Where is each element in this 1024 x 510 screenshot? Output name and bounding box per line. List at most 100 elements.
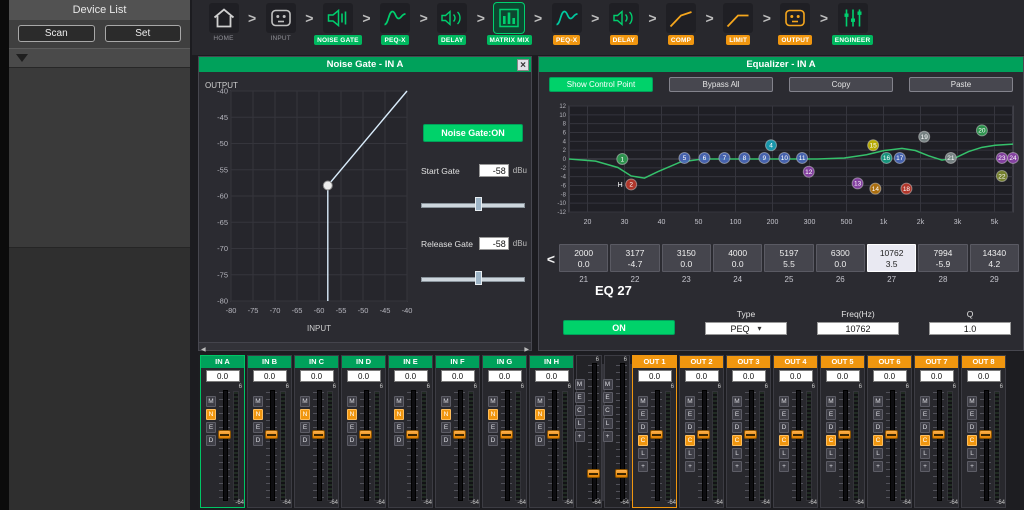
key-button-n[interactable]: N [535, 409, 545, 420]
key-button-d[interactable]: D [873, 422, 883, 433]
key-button-n[interactable]: N [441, 409, 451, 420]
channel-label[interactable]: OUT 7 [915, 356, 958, 368]
eq-band-21[interactable]: 20000.021 [559, 244, 608, 284]
toolbar-item-matrix-mix[interactable]: MATRIX MIX [486, 3, 533, 45]
eq-band-29[interactable]: 143404.229 [970, 244, 1019, 284]
start-gate-value[interactable]: -58 [479, 164, 509, 177]
channel-label[interactable]: IN F [436, 356, 479, 368]
eq-band-box[interactable]: 51975.5 [764, 244, 813, 272]
fader-track[interactable] [587, 359, 600, 505]
noise-gate-scrollbar[interactable] [199, 342, 531, 350]
bands-scroll-left-button[interactable] [543, 244, 559, 274]
show-control-point-button[interactable]: Show Control Point [549, 77, 653, 92]
eq-band-box[interactable]: 107623.5 [867, 244, 916, 272]
noise-gate-power-button[interactable]: Noise Gate:ON [423, 124, 523, 142]
channel-label[interactable]: IN H [530, 356, 573, 368]
fader-handle[interactable] [744, 430, 757, 439]
key-button-l[interactable]: L [920, 448, 930, 459]
key-button-c[interactable]: C [873, 435, 883, 446]
channel-gain-value[interactable]: 0.0 [253, 370, 287, 382]
noise-gate-panel-titlebar[interactable]: Noise Gate - IN A [199, 57, 531, 72]
toolbar-item-engineer[interactable]: ENGINEER [829, 3, 876, 45]
eq-band-box[interactable]: 31500.0 [662, 244, 711, 272]
channel-gain-value[interactable]: 0.0 [394, 370, 428, 382]
start-gate-slider[interactable] [421, 197, 525, 211]
channel-label[interactable]: OUT 5 [821, 356, 864, 368]
channel-label[interactable]: OUT 2 [680, 356, 723, 368]
eq-band-box[interactable]: 63000.0 [816, 244, 865, 272]
key-button-m[interactable]: M [826, 396, 836, 407]
key-button-m[interactable]: M [873, 396, 883, 407]
key-button-d[interactable]: D [488, 435, 498, 446]
key-button-e[interactable]: E [253, 422, 263, 433]
toolbar-item-delay[interactable]: DELAY [429, 3, 476, 45]
channel-gain-value[interactable]: 0.0 [920, 370, 954, 382]
fader-handle[interactable] [615, 469, 628, 478]
start-gate-slider-handle[interactable] [475, 197, 482, 211]
key-button-d[interactable]: D [685, 422, 695, 433]
toolbar-item-input[interactable]: INPUT [257, 3, 304, 42]
key-button-e[interactable]: E [873, 409, 883, 420]
key-button-e[interactable]: E [638, 409, 648, 420]
key-button-n[interactable]: N [253, 409, 263, 420]
key-button-e[interactable]: E [441, 422, 451, 433]
key-button-l[interactable]: L [732, 448, 742, 459]
key-button-m[interactable]: M [441, 396, 451, 407]
fader-track[interactable] [265, 386, 278, 505]
fader-handle[interactable] [453, 430, 466, 439]
fader-track[interactable] [218, 386, 231, 505]
toolbar-item-output[interactable]: OUTPUT [772, 3, 819, 45]
key-button-c[interactable]: C [920, 435, 930, 446]
fader-track[interactable] [744, 386, 757, 505]
key-button-e[interactable]: E [826, 409, 836, 420]
key-button-e[interactable]: E [488, 422, 498, 433]
key-button-d[interactable]: D [779, 422, 789, 433]
release-gate-slider[interactable] [421, 271, 525, 285]
key-button-d[interactable]: D [967, 422, 977, 433]
key-button-d[interactable]: D [732, 422, 742, 433]
key-button-n[interactable]: N [347, 409, 357, 420]
fader-handle[interactable] [218, 430, 231, 439]
fader-handle[interactable] [650, 430, 663, 439]
key-button-m[interactable]: M [206, 396, 216, 407]
key-button-e[interactable]: E [967, 409, 977, 420]
channel-label[interactable]: IN G [483, 356, 526, 368]
fader-track[interactable] [838, 386, 851, 505]
key-button-c[interactable]: C [779, 435, 789, 446]
key-button-plus[interactable]: + [685, 461, 695, 472]
toolbar-item-peq-x[interactable]: PEQ-X [543, 3, 590, 45]
key-button-plus[interactable]: + [967, 461, 977, 472]
fader-track[interactable] [453, 386, 466, 505]
key-button-e[interactable]: E [920, 409, 930, 420]
fader-handle[interactable] [979, 430, 992, 439]
key-button-d[interactable]: D [638, 422, 648, 433]
key-button-plus[interactable]: + [779, 461, 789, 472]
close-icon[interactable] [517, 59, 529, 71]
key-button-e[interactable]: E [779, 409, 789, 420]
key-button-c[interactable]: C [826, 435, 836, 446]
fader-track[interactable] [359, 386, 372, 505]
noise-gate-graph[interactable]: -80-75-70-65-60-55-50-45-40-40-45-50-55-… [203, 79, 417, 335]
channel-label[interactable]: IN A [201, 356, 244, 368]
fader-track[interactable] [312, 386, 325, 505]
key-button-m[interactable]: M [488, 396, 498, 407]
channel-gain-value[interactable]: 0.0 [685, 370, 719, 382]
key-button-n[interactable]: N [394, 409, 404, 420]
fader-handle[interactable] [885, 430, 898, 439]
key-button-m[interactable]: M [603, 379, 613, 390]
toolbar-item-home[interactable]: HOME [200, 3, 247, 42]
key-button-c[interactable]: C [638, 435, 648, 446]
key-button-e[interactable]: E [347, 422, 357, 433]
key-button-n[interactable]: N [300, 409, 310, 420]
channel-gain-value[interactable]: 0.0 [873, 370, 907, 382]
fader-handle[interactable] [312, 430, 325, 439]
key-button-plus[interactable]: + [732, 461, 742, 472]
key-button-d[interactable]: D [347, 435, 357, 446]
fader-track[interactable] [650, 386, 663, 505]
fader-track[interactable] [697, 386, 710, 505]
channel-gain-value[interactable]: 0.0 [638, 370, 672, 382]
equalizer-panel-titlebar[interactable]: Equalizer - IN A [539, 57, 1023, 72]
key-button-d[interactable]: D [535, 435, 545, 446]
fader-handle[interactable] [791, 430, 804, 439]
channel-gain-value[interactable]: 0.0 [206, 370, 240, 382]
